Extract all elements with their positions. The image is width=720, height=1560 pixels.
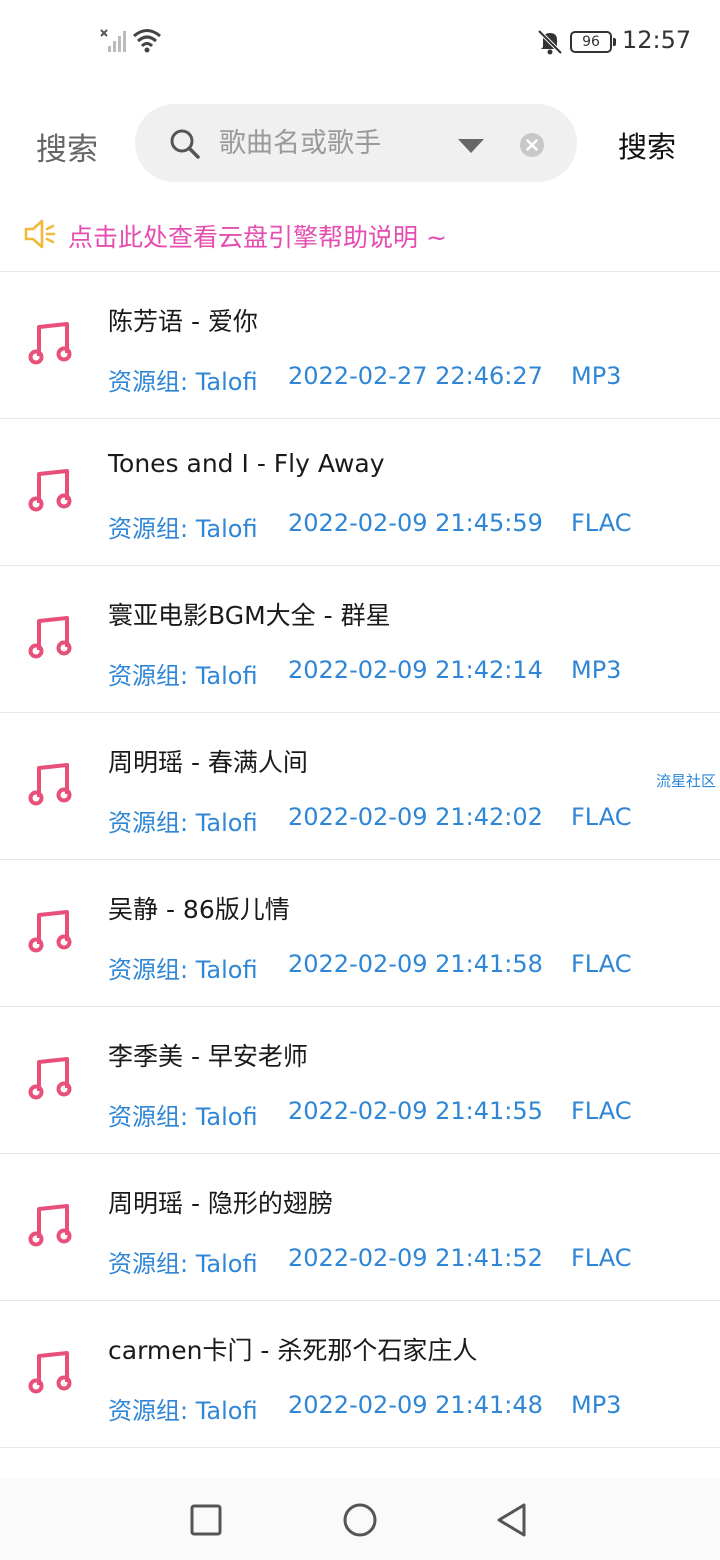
- music-note-icon: [28, 469, 72, 512]
- back-button-icon[interactable]: [492, 1500, 532, 1540]
- song-time: 2022-02-09 21:41:48: [288, 1391, 543, 1419]
- song-group: 资源组: Talofi: [108, 956, 258, 984]
- clear-icon[interactable]: [519, 132, 545, 158]
- recents-button-icon[interactable]: [186, 1500, 226, 1540]
- song-format: FLAC: [571, 1097, 632, 1125]
- song-row[interactable]: 陈芳语 - 爱你 资源组: Talofi 2022-02-27 22:46:27…: [0, 272, 720, 419]
- music-note-icon: [28, 763, 72, 806]
- dropdown-triangle-icon[interactable]: [457, 138, 485, 154]
- song-time: 2022-02-27 22:46:27: [288, 362, 543, 390]
- page-title: 搜索: [36, 132, 98, 168]
- song-title: 寰亚电影BGM大全 - 群星: [108, 601, 391, 630]
- song-title: 周明瑶 - 春满人间: [108, 748, 308, 777]
- floating-watermark-label[interactable]: 流星社区: [656, 770, 716, 791]
- song-time: 2022-02-09 21:42:14: [288, 656, 543, 684]
- help-notice[interactable]: 点击此处查看云盘引擎帮助说明 ~: [0, 206, 720, 266]
- song-list: 陈芳语 - 爱你 资源组: Talofi 2022-02-27 22:46:27…: [0, 272, 720, 1448]
- song-row[interactable]: 寰亚电影BGM大全 - 群星 资源组: Talofi 2022-02-09 21…: [0, 566, 720, 713]
- battery-indicator: 96: [570, 31, 616, 53]
- song-row[interactable]: 吴静 - 86版儿情 资源组: Talofi 2022-02-09 21:41:…: [0, 860, 720, 1007]
- search-icon: [170, 129, 200, 159]
- song-row[interactable]: carmen卡门 - 杀死那个石家庄人 资源组: Talofi 2022-02-…: [0, 1301, 720, 1448]
- song-group: 资源组: Talofi: [108, 1250, 258, 1278]
- song-group: 资源组: Talofi: [108, 1397, 258, 1425]
- song-row[interactable]: Tones and I - Fly Away 资源组: Talofi 2022-…: [0, 419, 720, 566]
- song-row[interactable]: 李季美 - 早安老师 资源组: Talofi 2022-02-09 21:41:…: [0, 1007, 720, 1154]
- song-title: 陈芳语 - 爱你: [108, 307, 258, 336]
- song-format: MP3: [571, 1391, 622, 1419]
- song-time: 2022-02-09 21:41:58: [288, 950, 543, 978]
- search-button[interactable]: 搜索: [618, 124, 676, 166]
- song-time: 2022-02-09 21:42:02: [288, 803, 543, 831]
- song-format: MP3: [571, 362, 622, 390]
- wifi-icon: [133, 29, 161, 53]
- music-note-icon: [28, 1057, 72, 1100]
- search-input[interactable]: [217, 122, 447, 164]
- song-time: 2022-02-09 21:45:59: [288, 509, 543, 537]
- song-title: 吴静 - 86版儿情: [108, 895, 290, 924]
- song-time: 2022-02-09 21:41:55: [288, 1097, 543, 1125]
- song-group: 资源组: Talofi: [108, 662, 258, 690]
- home-button-icon[interactable]: [340, 1500, 380, 1540]
- song-group: 资源组: Talofi: [108, 1103, 258, 1131]
- signal-no-service-icon: [100, 29, 126, 52]
- system-navigation-bar: [0, 1478, 720, 1560]
- status-bar: 96 12:57: [0, 0, 720, 84]
- music-note-icon: [28, 1351, 72, 1394]
- song-format: FLAC: [571, 509, 632, 537]
- song-row[interactable]: 周明瑶 - 春满人间 资源组: Talofi 2022-02-09 21:42:…: [0, 713, 720, 860]
- music-note-icon: [28, 616, 72, 659]
- song-title: Tones and I - Fly Away: [108, 449, 385, 478]
- clock: 12:57: [622, 26, 692, 54]
- search-row: 搜索 搜索: [0, 100, 720, 186]
- song-format: FLAC: [571, 803, 632, 831]
- song-title: 周明瑶 - 隐形的翅膀: [108, 1189, 333, 1218]
- speaker-icon: [24, 219, 56, 249]
- song-group: 资源组: Talofi: [108, 368, 258, 396]
- song-title: carmen卡门 - 杀死那个石家庄人: [108, 1336, 478, 1365]
- song-row[interactable]: 周明瑶 - 隐形的翅膀 资源组: Talofi 2022-02-09 21:41…: [0, 1154, 720, 1301]
- bell-muted-icon: [537, 29, 563, 55]
- song-time: 2022-02-09 21:41:52: [288, 1244, 543, 1272]
- help-notice-text: 点击此处查看云盘引擎帮助说明 ~: [68, 223, 447, 252]
- song-format: MP3: [571, 656, 622, 684]
- song-format: FLAC: [571, 1244, 632, 1272]
- music-note-icon: [28, 910, 72, 953]
- song-group: 资源组: Talofi: [108, 809, 258, 837]
- song-title: 李季美 - 早安老师: [108, 1042, 308, 1071]
- music-note-icon: [28, 322, 72, 365]
- search-box[interactable]: [135, 104, 577, 182]
- song-group: 资源组: Talofi: [108, 515, 258, 543]
- song-format: FLAC: [571, 950, 632, 978]
- music-note-icon: [28, 1204, 72, 1247]
